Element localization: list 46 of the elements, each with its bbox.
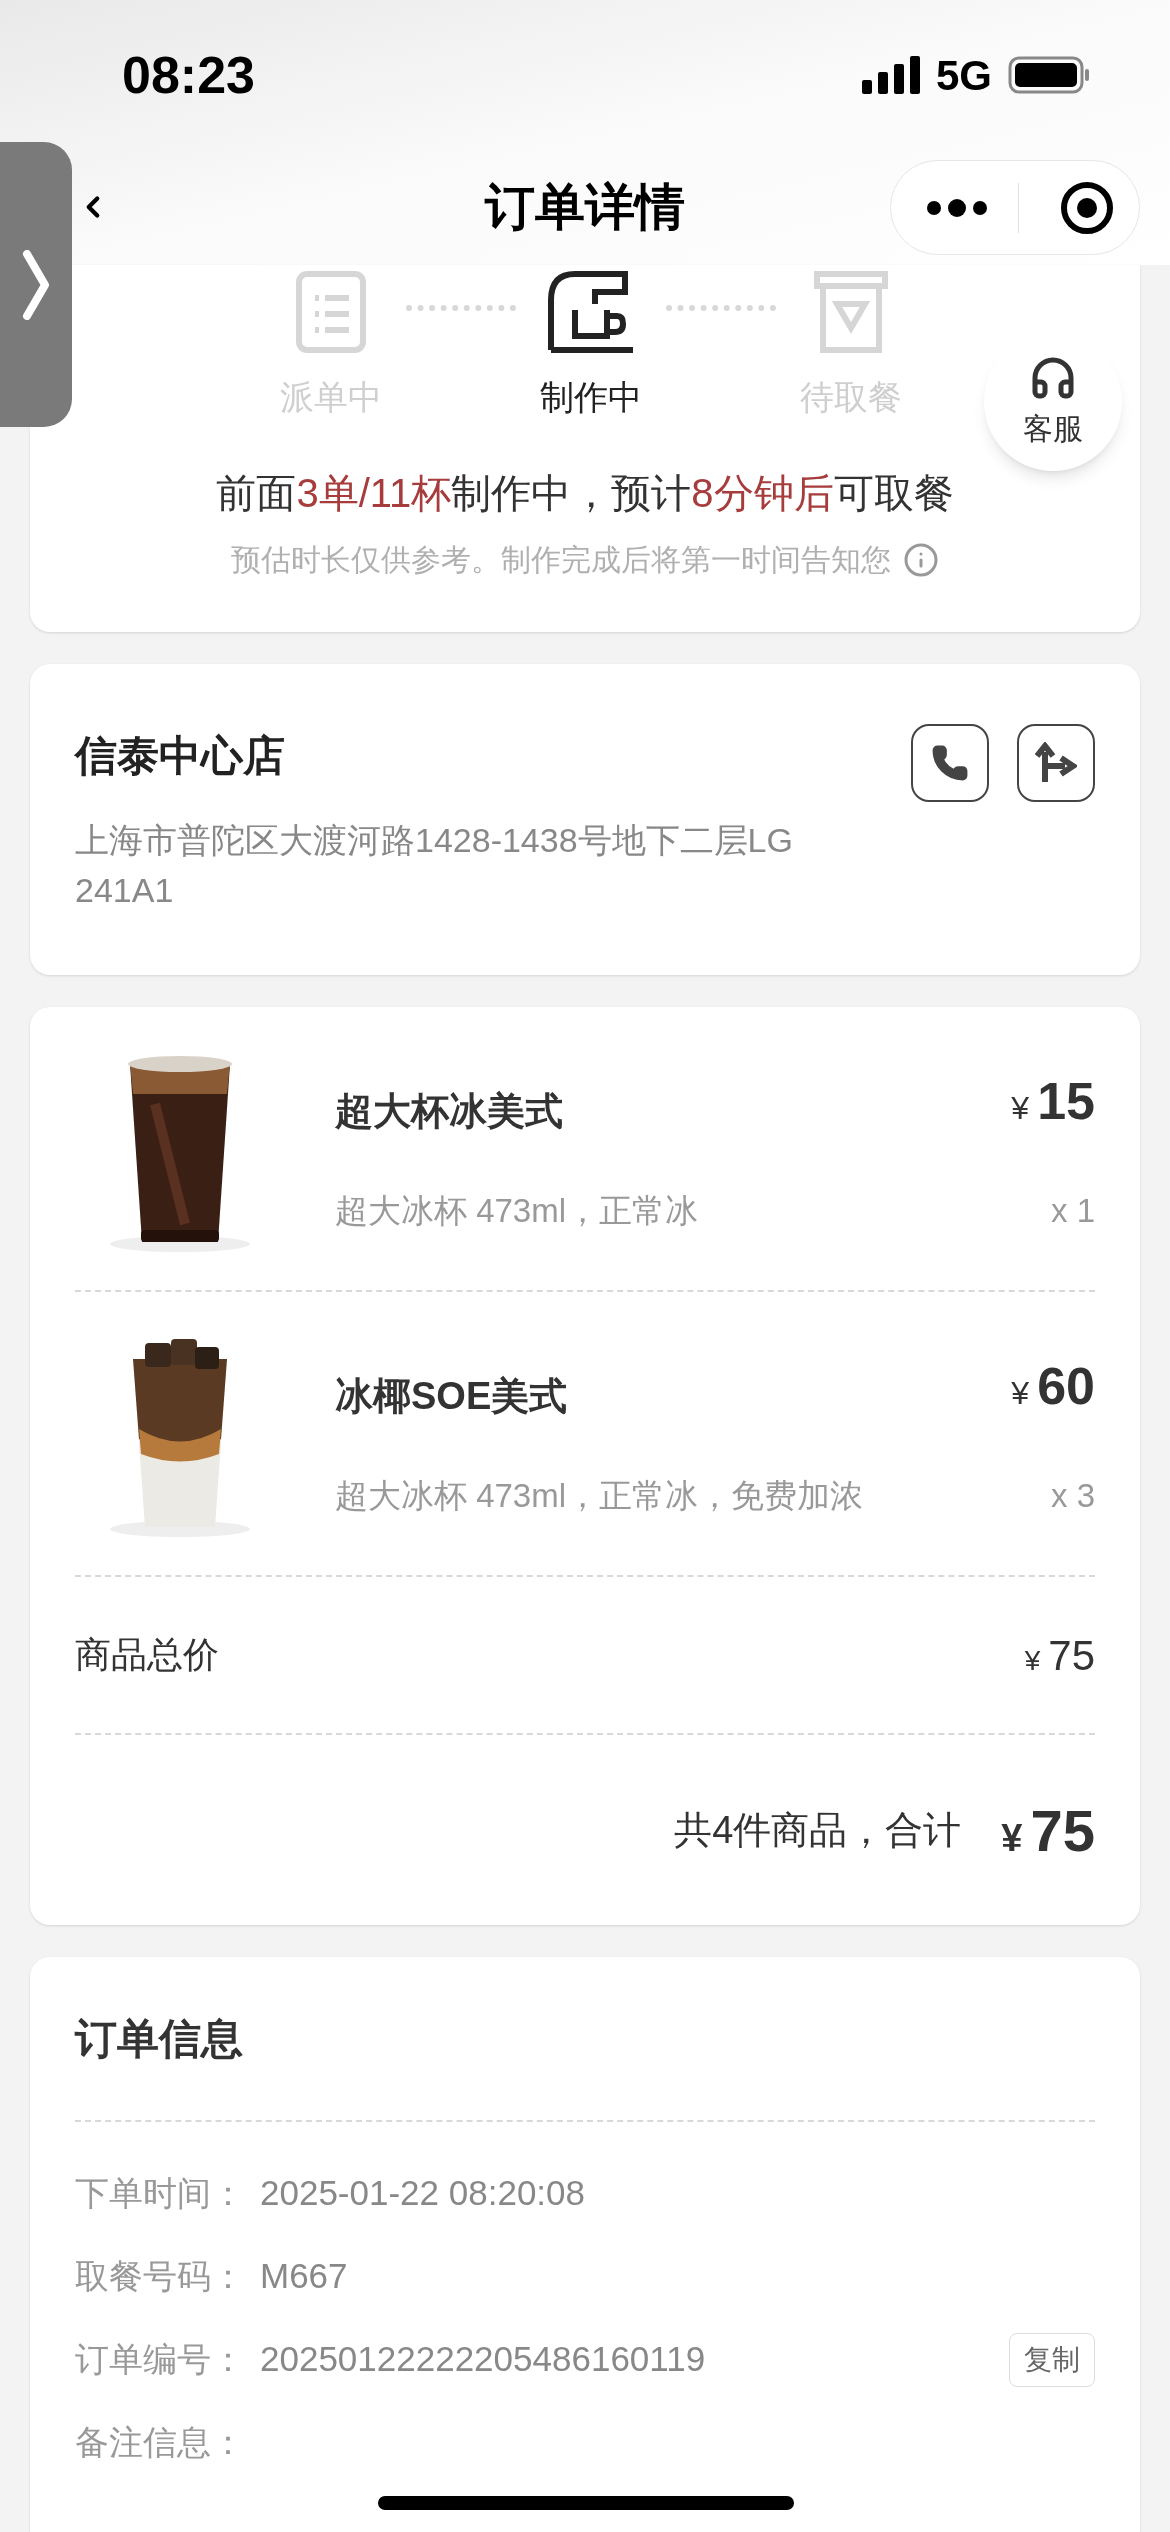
phone-icon — [931, 744, 969, 782]
network-label: 5G — [935, 50, 992, 101]
turn-right-icon — [1035, 742, 1077, 784]
info-value: M667 — [260, 2255, 349, 2298]
page-title: 订单详情 — [485, 178, 685, 237]
estimate-hint: 预估时长仅供参考。制作完成后将第一时间告知您 — [231, 542, 891, 578]
item-spec: 超大冰杯 473ml，正常冰，免费加浓 — [335, 1475, 864, 1516]
info-label: 备注信息： — [75, 2422, 246, 2463]
item-price: 60 — [1037, 1355, 1095, 1417]
store-name: 信泰中心店 — [75, 731, 286, 781]
navigate-button[interactable] — [1017, 724, 1095, 802]
currency-symbol: ¥ — [1024, 1643, 1041, 1678]
info-icon[interactable] — [903, 541, 939, 578]
progress-step: 制作中 — [516, 270, 666, 423]
service-button[interactable]: 客服 — [984, 333, 1122, 471]
info-value: 2025-01-22 08:20:08 — [260, 2172, 586, 2215]
subtotal-value: 75 — [1048, 1630, 1095, 1681]
currency-symbol: ¥ — [1001, 1815, 1023, 1861]
chevron-right-icon — [21, 249, 51, 320]
side-tab[interactable] — [0, 142, 72, 427]
info-value: 20250122222205486160119 — [260, 2338, 707, 2381]
currency-symbol: ¥ — [1011, 1373, 1030, 1413]
queue-notice: 前面3单/11杯制作中，预计8分钟后可取餐 — [216, 470, 954, 517]
item-name: 超大杯冰美式 — [335, 1088, 563, 1134]
item-quantity: x 1 — [1050, 1190, 1095, 1231]
copy-button[interactable]: 复制 — [1009, 2332, 1095, 2387]
cup-icon — [813, 270, 889, 354]
call-button[interactable] — [911, 724, 989, 802]
order-info-title: 订单信息 — [75, 2014, 243, 2064]
info-label: 下单时间： — [75, 2173, 246, 2214]
more-icon[interactable] — [926, 197, 988, 218]
subtotal-label: 商品总价 — [75, 1633, 219, 1677]
item-price: 15 — [1037, 1070, 1095, 1132]
info-label: 取餐号码： — [75, 2256, 246, 2297]
item-name: 冰椰SOE美式 — [335, 1373, 568, 1419]
currency-symbol: ¥ — [1011, 1088, 1030, 1128]
store-address: 上海市普陀区大渡河路1428-1438号地下二层LG 241A1 — [75, 820, 794, 911]
item-spec: 超大冰杯 473ml，正常冰 — [335, 1190, 699, 1231]
total-value: 75 — [1030, 1796, 1095, 1865]
close-target-icon[interactable] — [1059, 179, 1115, 236]
total-label: 共4件商品，合计 — [674, 1807, 962, 1853]
battery-icon — [1008, 56, 1090, 94]
signal-icon — [861, 56, 920, 94]
item-quantity: x 3 — [1050, 1475, 1095, 1516]
status-time: 08:23 — [122, 45, 255, 106]
info-label: 订单编号： — [75, 2339, 246, 2380]
